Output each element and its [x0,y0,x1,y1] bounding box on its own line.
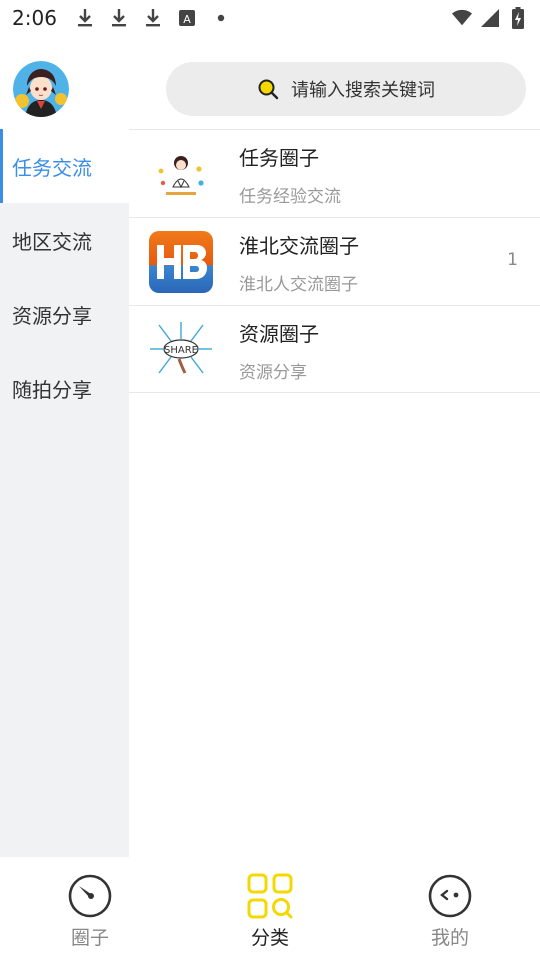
share-thumbnail: SHARE [149,319,213,381]
header: 请输入搜索关键词 [0,50,540,130]
item-title: 任务圈子 [239,146,319,170]
search-placeholder: 请输入搜索关键词 [291,80,435,101]
category-icon [247,873,293,919]
download-icon [109,8,129,28]
avatar[interactable] [13,61,69,117]
item-subtitle: 资源分享 [239,363,307,383]
download-icon [143,8,163,28]
item-subtitle: 淮北人交流圈子 [239,275,358,295]
sidebar-item-label: 地区交流 [12,229,92,254]
nav-tab-category[interactable]: 分类 [180,857,360,960]
download-icon [75,8,95,28]
compass-icon [67,873,113,919]
dot-icon [211,8,231,28]
nav-label: 我的 [430,927,469,949]
battery-charging-icon [508,7,528,29]
task-circle-thumbnail [149,143,213,205]
item-title: 淮北交流圈子 [239,234,359,258]
sidebar-item-photo-share[interactable]: 随拍分享 [0,351,129,425]
status-system-icons [452,7,528,29]
signal-icon [480,8,500,28]
sidebar-item-label: 任务交流 [12,155,92,180]
search-input[interactable]: 请输入搜索关键词 [166,62,526,116]
bottom-nav: 圈子 分类 我的 [0,857,540,960]
sidebar-item-label: 随拍分享 [12,377,92,402]
nav-tab-circles[interactable]: 圈子 [0,857,180,960]
sidebar-item-resource-share[interactable]: 资源分享 [0,277,129,351]
list-item[interactable]: 淮北交流圈子 淮北人交流圈子 1 [129,217,540,305]
item-title: 资源圈子 [239,322,319,346]
status-notifications: A [75,8,231,28]
status-bar: 2:06 A [0,0,540,36]
list-item[interactable]: 任务圈子 任务经验交流 [129,129,540,217]
category-sidebar: 任务交流 地区交流 资源分享 随拍分享 [0,129,129,857]
nav-label: 分类 [250,927,289,949]
a-box-icon: A [177,8,197,28]
nav-tab-mine[interactable]: 我的 [360,857,540,960]
list-item[interactable]: SHARE 资源圈子 资源分享 [129,305,540,393]
huaibei-logo-thumbnail [149,231,213,293]
status-time: 2:06 [12,6,57,30]
svg-text:SHARE: SHARE [164,345,198,356]
circle-list: 任务圈子 任务经验交流 淮北交流圈子 淮北人交流圈子 1 SHARE 资源圈子 … [129,129,540,393]
sidebar-item-task-exchange[interactable]: 任务交流 [0,129,129,203]
nav-label: 圈子 [70,927,109,949]
sidebar-item-region-exchange[interactable]: 地区交流 [0,203,129,277]
item-count: 1 [507,250,518,270]
sidebar-item-label: 资源分享 [12,303,92,328]
wifi-icon [452,8,472,28]
svg-text:A: A [183,13,191,26]
item-subtitle: 任务经验交流 [239,187,341,207]
search-icon [257,78,279,100]
face-icon [427,873,473,919]
